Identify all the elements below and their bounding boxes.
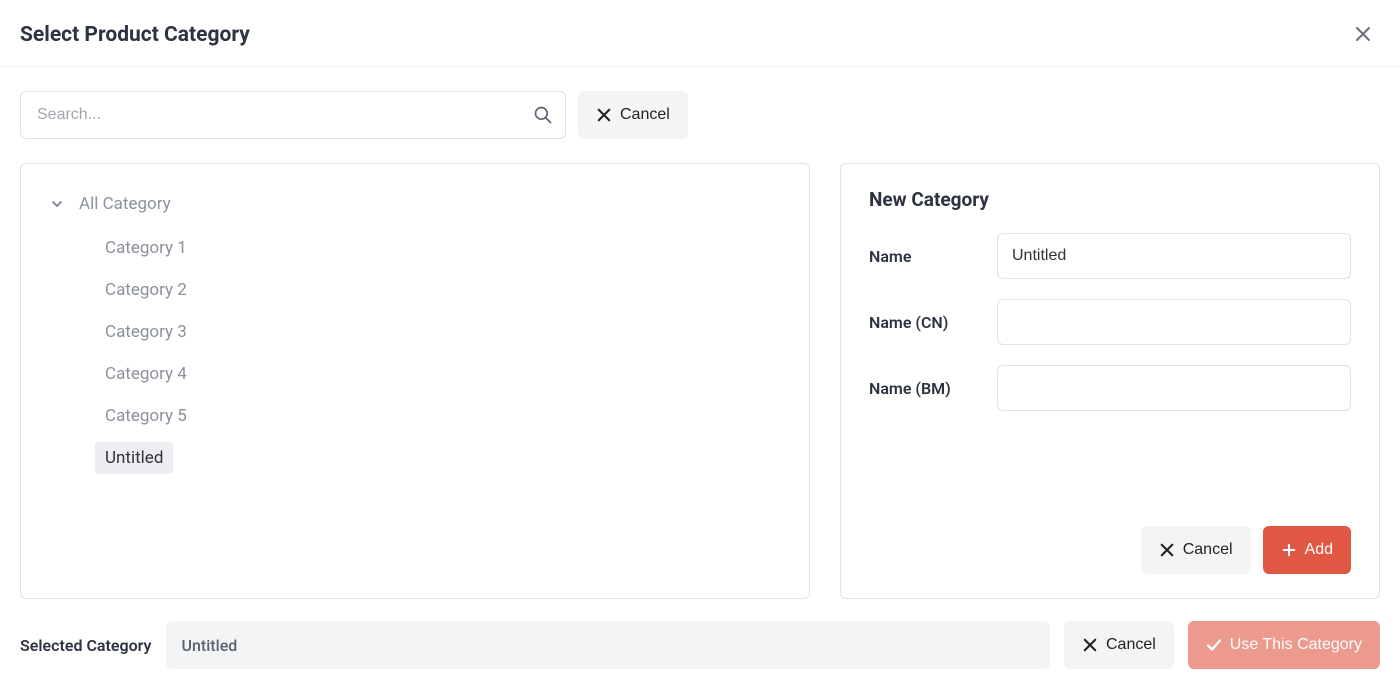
cancel-search-button[interactable]: Cancel [578,91,688,139]
tree-item[interactable]: Category 4 [95,358,197,390]
search-input[interactable] [21,106,521,124]
name-bm-label: Name (BM) [869,379,997,398]
form-add-button[interactable]: Add [1263,526,1351,574]
new-category-form: New Category Name Name (CN) Name (BM) Ca… [840,163,1380,599]
name-input[interactable] [997,233,1351,279]
button-label: Cancel [1183,541,1233,559]
form-title: New Category [869,188,1351,211]
close-icon [1082,637,1098,653]
close-icon [1355,23,1371,47]
name-bm-input[interactable] [997,365,1351,411]
name-cn-label: Name (CN) [869,313,997,332]
name-label: Name [869,247,997,266]
use-this-category-button[interactable]: Use This Category [1188,621,1380,669]
check-icon [1206,637,1222,653]
close-icon [596,107,612,123]
form-cancel-button[interactable]: Cancel [1141,526,1251,574]
selected-category-label: Selected Category [20,636,152,655]
close-button[interactable] [1346,18,1380,52]
button-label: Use This Category [1230,636,1362,654]
tree-item[interactable]: Category 1 [95,232,197,264]
button-label: Cancel [1106,636,1156,654]
tree-item[interactable]: Category 2 [95,274,197,306]
plus-icon [1281,542,1297,558]
tree-item[interactable]: Untitled [95,442,173,474]
name-cn-input[interactable] [997,299,1351,345]
search-icon [521,92,565,138]
tree-root[interactable]: All Category [45,188,785,220]
footer-cancel-button[interactable]: Cancel [1064,621,1174,669]
search-field[interactable] [20,91,566,139]
chevron-down-icon [49,196,65,212]
button-label: Add [1305,541,1333,559]
category-tree-panel: All Category Category 1 Category 2 Categor… [20,163,810,599]
page-title: Select Product Category [20,23,250,47]
close-icon [1159,542,1175,558]
selected-category-value: Untitled [166,621,1050,669]
tree-item[interactable]: Category 5 [95,400,197,432]
button-label: Cancel [620,106,670,124]
tree-item[interactable]: Category 3 [95,316,197,348]
tree-root-label: All Category [79,194,171,214]
